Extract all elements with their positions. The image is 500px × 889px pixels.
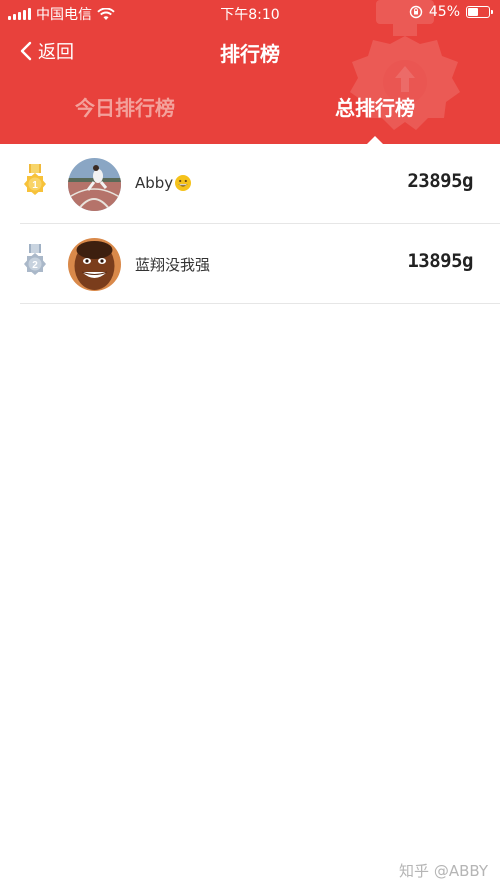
grinning-face-icon (175, 175, 192, 191)
nav-bar: 返回 排行榜 (0, 30, 500, 74)
tab-bar: 今日排行榜 总排行榜 (0, 92, 500, 132)
ranking-list: 1 Abby 23895g 2 蓝翔没我强 13895g (0, 144, 500, 304)
status-bar: 中国电信 下午8:10 45% (0, 0, 500, 26)
active-tab-indicator (367, 136, 383, 144)
svg-text:1: 1 (32, 180, 38, 191)
list-item[interactable]: 2 蓝翔没我强 13895g (0, 224, 500, 304)
divider (20, 303, 500, 304)
score-value: 23895g (407, 170, 473, 192)
silver-medal-icon: 2 (24, 244, 46, 275)
user-name: Abby (135, 174, 174, 192)
tab-total-ranking[interactable]: 总排行榜 (250, 92, 500, 121)
page-title: 排行榜 (220, 42, 280, 66)
orientation-lock-icon (409, 5, 423, 19)
tab-today-ranking[interactable]: 今日排行榜 (0, 92, 250, 121)
avatar (68, 158, 121, 211)
svg-text:2: 2 (32, 260, 38, 271)
score-value: 13895g (407, 250, 473, 272)
battery-icon (466, 6, 493, 18)
header: 中国电信 下午8:10 45% 返回 排行榜 今日排行榜 总排行榜 (0, 0, 500, 144)
avatar (68, 238, 121, 291)
battery-level (468, 8, 478, 16)
watermark: 知乎 @ABBY (399, 862, 488, 880)
gold-medal-icon: 1 (24, 164, 46, 195)
user-name: 蓝翔没我强 (135, 256, 211, 274)
battery-percent: 45% (428, 4, 460, 20)
list-item[interactable]: 1 Abby 23895g (0, 144, 500, 224)
